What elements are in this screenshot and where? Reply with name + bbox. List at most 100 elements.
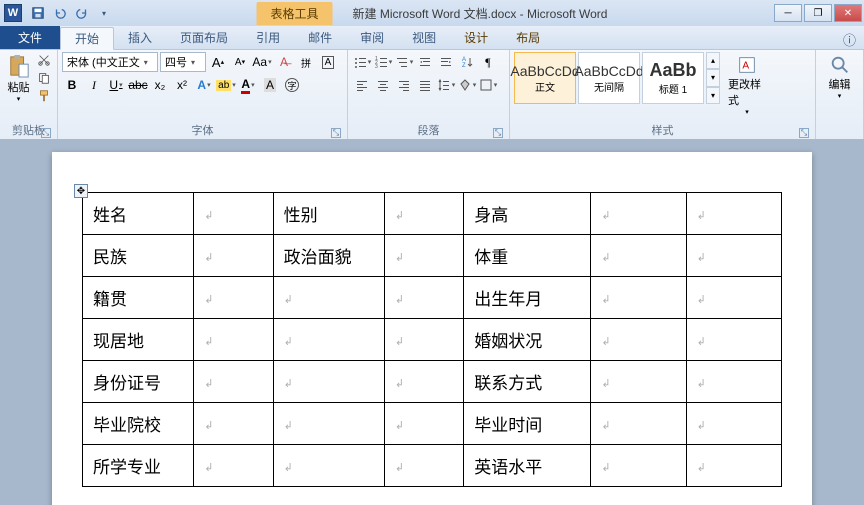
styles-launcher[interactable]: ⤡ bbox=[799, 128, 809, 138]
table-cell[interactable]: ↲ bbox=[384, 361, 463, 403]
table-cell[interactable]: ↲ bbox=[686, 277, 781, 319]
table-cell[interactable]: ↲ bbox=[194, 319, 273, 361]
tab-mail[interactable]: 邮件 bbox=[294, 26, 346, 49]
align-right-button[interactable] bbox=[394, 75, 414, 95]
show-marks-button[interactable]: ¶ bbox=[478, 52, 498, 72]
style-heading1[interactable]: AaBb标题 1 bbox=[642, 52, 704, 104]
superscript-button[interactable]: x² bbox=[172, 75, 192, 95]
table-cell[interactable]: 身高 bbox=[464, 193, 591, 235]
file-tab[interactable]: 文件 bbox=[0, 26, 60, 49]
table-cell[interactable]: ↲ bbox=[686, 403, 781, 445]
table-cell[interactable]: 婚姻状况 bbox=[464, 319, 591, 361]
table-move-handle[interactable]: ✥ bbox=[74, 184, 88, 198]
table-cell[interactable]: 联系方式 bbox=[464, 361, 591, 403]
table-cell[interactable]: ↲ bbox=[686, 235, 781, 277]
clear-format-button[interactable]: A̶ bbox=[274, 52, 294, 72]
tab-home[interactable]: 开始 bbox=[60, 27, 114, 50]
gallery-down[interactable]: ▾ bbox=[706, 69, 720, 86]
table-cell[interactable]: 身份证号 bbox=[83, 361, 194, 403]
table-cell[interactable]: ↲ bbox=[384, 193, 463, 235]
table-cell[interactable]: ↲ bbox=[273, 277, 384, 319]
grow-font-button[interactable]: A▴ bbox=[208, 52, 228, 72]
table-cell[interactable]: ↲ bbox=[591, 361, 686, 403]
font-launcher[interactable]: ⤡ bbox=[331, 128, 341, 138]
char-shading-button[interactable]: A bbox=[260, 75, 280, 95]
cut-button[interactable] bbox=[35, 52, 53, 68]
minimize-button[interactable]: ─ bbox=[774, 4, 802, 22]
shrink-font-button[interactable]: A▾ bbox=[230, 52, 250, 72]
table-cell[interactable]: ↲ bbox=[273, 319, 384, 361]
subscript-button[interactable]: x₂ bbox=[150, 75, 170, 95]
copy-button[interactable] bbox=[35, 70, 53, 86]
bold-button[interactable]: B bbox=[62, 75, 82, 95]
indent-increase-button[interactable] bbox=[436, 52, 456, 72]
tab-review[interactable]: 审阅 bbox=[346, 26, 398, 49]
table-cell[interactable]: ↲ bbox=[194, 361, 273, 403]
table-cell[interactable]: 姓名 bbox=[83, 193, 194, 235]
table-cell[interactable]: ↲ bbox=[591, 277, 686, 319]
close-button[interactable]: ✕ bbox=[834, 4, 862, 22]
font-color-button[interactable]: A▾ bbox=[238, 75, 258, 95]
sort-button[interactable]: AZ bbox=[457, 52, 477, 72]
table-cell[interactable]: ↲ bbox=[194, 403, 273, 445]
table-cell[interactable]: ↲ bbox=[194, 277, 273, 319]
bullets-button[interactable]: ▾ bbox=[352, 52, 372, 72]
gallery-more[interactable]: ▾ bbox=[706, 87, 720, 104]
maximize-button[interactable]: ❐ bbox=[804, 4, 832, 22]
table-cell[interactable]: 籍贯 bbox=[83, 277, 194, 319]
table-cell[interactable]: ↲ bbox=[384, 235, 463, 277]
line-spacing-button[interactable]: ▾ bbox=[436, 75, 456, 95]
tab-table-layout[interactable]: 布局 bbox=[502, 26, 554, 49]
table-cell[interactable]: ↲ bbox=[591, 403, 686, 445]
table-cell[interactable]: ↲ bbox=[194, 445, 273, 487]
table-cell[interactable]: ↲ bbox=[384, 277, 463, 319]
underline-button[interactable]: U▾ bbox=[106, 75, 126, 95]
style-normal[interactable]: AaBbCcDd正文 bbox=[514, 52, 576, 104]
multilevel-button[interactable]: ▾ bbox=[394, 52, 414, 72]
help-icon[interactable]: ⓘ bbox=[843, 30, 856, 49]
document-table[interactable]: 姓名↲性别↲身高↲↲民族↲政治面貌↲体重↲↲籍贯↲↲↲出生年月↲↲现居地↲↲↲婚… bbox=[82, 192, 782, 487]
editing-button[interactable]: 编辑▾ bbox=[820, 52, 859, 102]
table-cell[interactable]: 性别 bbox=[273, 193, 384, 235]
qat-dropdown[interactable]: ▾ bbox=[94, 3, 114, 23]
shading-button[interactable]: ▾ bbox=[457, 75, 477, 95]
table-cell[interactable]: ↲ bbox=[194, 235, 273, 277]
table-cell[interactable]: 出生年月 bbox=[464, 277, 591, 319]
table-cell[interactable]: ↲ bbox=[686, 319, 781, 361]
phonetic-button[interactable]: 拼 bbox=[296, 52, 316, 72]
table-cell[interactable]: ↲ bbox=[384, 319, 463, 361]
paragraph-launcher[interactable]: ⤡ bbox=[493, 128, 503, 138]
table-cell[interactable]: ↲ bbox=[686, 445, 781, 487]
indent-decrease-button[interactable] bbox=[415, 52, 435, 72]
align-left-button[interactable] bbox=[352, 75, 372, 95]
table-cell[interactable]: ↲ bbox=[273, 361, 384, 403]
numbering-button[interactable]: 123▾ bbox=[373, 52, 393, 72]
table-cell[interactable]: ↲ bbox=[686, 361, 781, 403]
strikethrough-button[interactable]: abc bbox=[128, 75, 148, 95]
table-cell[interactable]: ↲ bbox=[591, 193, 686, 235]
tab-view[interactable]: 视图 bbox=[398, 26, 450, 49]
tab-references[interactable]: 引用 bbox=[242, 26, 294, 49]
table-cell[interactable]: 毕业院校 bbox=[83, 403, 194, 445]
tab-design[interactable]: 设计 bbox=[450, 26, 502, 49]
text-effects-button[interactable]: A▾ bbox=[194, 75, 214, 95]
redo-button[interactable] bbox=[72, 3, 92, 23]
table-cell[interactable]: ↲ bbox=[591, 319, 686, 361]
table-cell[interactable]: ↲ bbox=[384, 445, 463, 487]
save-button[interactable] bbox=[28, 3, 48, 23]
tab-insert[interactable]: 插入 bbox=[114, 26, 166, 49]
change-styles-button[interactable]: A 更改样式▾ bbox=[726, 52, 768, 118]
highlight-button[interactable]: ab▾ bbox=[216, 75, 236, 95]
font-size-combo[interactable]: 四号▾ bbox=[160, 52, 206, 72]
undo-button[interactable] bbox=[50, 3, 70, 23]
table-cell[interactable]: ↲ bbox=[194, 193, 273, 235]
table-cell[interactable]: 民族 bbox=[83, 235, 194, 277]
clipboard-launcher[interactable]: ⤡ bbox=[41, 128, 51, 138]
font-name-combo[interactable]: 宋体 (中文正文▾ bbox=[62, 52, 158, 72]
table-cell[interactable]: ↲ bbox=[686, 193, 781, 235]
justify-button[interactable] bbox=[415, 75, 435, 95]
style-nospacing[interactable]: AaBbCcDd无间隔 bbox=[578, 52, 640, 104]
table-cell[interactable]: ↲ bbox=[384, 403, 463, 445]
table-cell[interactable]: 政治面貌 bbox=[273, 235, 384, 277]
table-cell[interactable]: 所学专业 bbox=[83, 445, 194, 487]
